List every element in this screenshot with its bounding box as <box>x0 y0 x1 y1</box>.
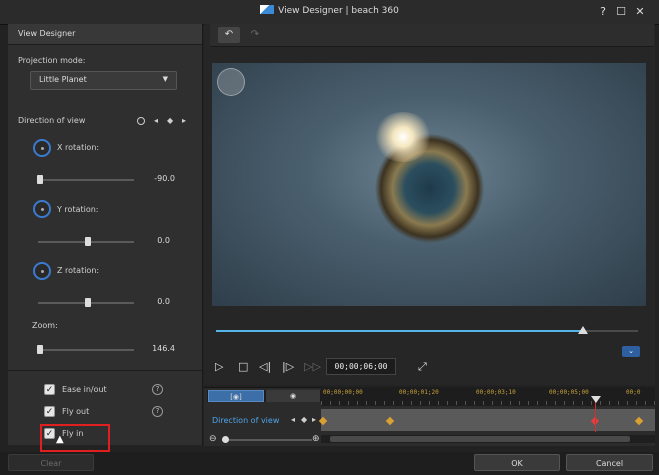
ok-button[interactable]: OK <box>474 454 560 471</box>
tab-keyframe[interactable]: [◉] <box>208 390 264 402</box>
next-keyframe-icon[interactable]: ▸ <box>182 116 186 125</box>
track-next-keyframe-icon[interactable]: ▸ <box>312 415 316 424</box>
divider <box>8 370 202 371</box>
ruler-tick-4: 00;0 <box>626 389 641 396</box>
z-rotation-value[interactable]: 0.0 <box>130 297 170 306</box>
clear-button[interactable]: Clear <box>8 454 94 471</box>
ruler-ticks <box>321 401 655 405</box>
y-rotation-icon[interactable] <box>33 200 51 218</box>
stop-icon[interactable]: □ <box>238 360 248 373</box>
fullscreen-icon[interactable]: ⤢ <box>418 360 427 374</box>
z-rotation-label: Z rotation: <box>57 266 100 275</box>
timeline-zoom-thumb[interactable] <box>222 436 229 443</box>
flyout-help-icon[interactable]: ? <box>152 406 163 417</box>
app-logo-icon <box>260 5 275 14</box>
flyout-checkbox[interactable]: ✓ <box>44 406 55 417</box>
projection-dropdown[interactable]: Little Planet ▼ <box>30 71 177 90</box>
y-rotation-value[interactable]: 0.0 <box>130 236 170 245</box>
panel-title: View Designer <box>18 29 76 38</box>
y-rotation-label: Y rotation: <box>57 205 99 214</box>
x-rotation-slider[interactable] <box>38 179 134 181</box>
chevron-down-icon: ▼ <box>162 75 168 83</box>
zoom-out-icon[interactable]: ⊖ <box>209 434 217 444</box>
direction-label: Direction of view <box>18 116 86 125</box>
x-rotation-value[interactable]: -90.0 <box>135 174 175 183</box>
track-label: Direction of view <box>212 416 280 425</box>
zoom-thumb[interactable] <box>37 345 43 354</box>
track-prev-keyframe-icon[interactable]: ◂ <box>291 415 295 424</box>
ruler-tick-1: 00;00;01;20 <box>399 389 439 396</box>
x-rotation-label: X rotation: <box>57 143 100 152</box>
play-icon[interactable]: ▷ <box>215 360 223 373</box>
x-rotation-icon[interactable] <box>33 139 51 157</box>
reset-keyframe-icon[interactable] <box>137 117 145 125</box>
projection-label: Projection mode: <box>18 56 86 65</box>
close-button[interactable]: ✕ <box>633 5 647 19</box>
add-keyframe-icon[interactable]: ◆ <box>167 116 173 125</box>
scrub-progress <box>216 330 584 332</box>
zoom-value[interactable]: 146.4 <box>135 344 175 353</box>
scrub-thumb[interactable] <box>578 326 589 334</box>
redo-icon[interactable]: ↷ <box>244 27 266 43</box>
cancel-button[interactable]: Cancel <box>566 454 653 471</box>
x-rotation-thumb[interactable] <box>37 175 43 184</box>
zoom-in-icon[interactable]: ⊕ <box>312 434 320 444</box>
zoom-label: Zoom: <box>32 321 58 330</box>
dialog-footer <box>0 452 659 475</box>
fast-forward-icon[interactable]: ▷▷ <box>304 360 321 373</box>
z-rotation-icon[interactable] <box>33 262 51 280</box>
window-title-text: View Designer | beach 360 <box>278 6 399 16</box>
playhead-handle[interactable] <box>591 396 601 403</box>
window-title: View Designer | beach 360 <box>0 5 659 16</box>
sun-glow <box>373 112 433 162</box>
keyframe-track[interactable] <box>321 409 655 431</box>
cursor-icon: ▲ <box>56 434 64 445</box>
y-rotation-thumb[interactable] <box>85 237 91 246</box>
track-add-keyframe-icon[interactable]: ◆ <box>301 415 307 424</box>
prev-keyframe-icon[interactable]: ◂ <box>154 116 158 125</box>
undo-icon[interactable]: ↶ <box>218 27 240 43</box>
ease-help-icon[interactable]: ? <box>152 384 163 395</box>
projection-value: Little Planet <box>39 75 87 84</box>
next-frame-icon[interactable]: |▷ <box>282 360 294 373</box>
timecode[interactable]: 00;00;06;00 <box>326 358 396 375</box>
z-rotation-thumb[interactable] <box>85 298 91 307</box>
help-button[interactable]: ? <box>596 5 610 19</box>
maximize-button[interactable]: ☐ <box>614 5 628 19</box>
ease-checkbox[interactable]: ✓ <box>44 384 55 395</box>
navigation-ball-icon[interactable] <box>217 68 245 96</box>
timeline-scroll-thumb[interactable] <box>330 436 630 442</box>
tab-clock[interactable]: ◉ <box>266 390 320 402</box>
toolbar <box>210 24 654 47</box>
timeline-zoom-slider[interactable] <box>222 439 312 441</box>
ruler-tick-3: 00;00;05;00 <box>549 389 589 396</box>
panel-header: View Designer <box>8 24 202 45</box>
ease-label: Ease in/out <box>62 385 107 394</box>
highlight-box <box>40 424 110 452</box>
flyout-label: Fly out <box>62 407 90 416</box>
prev-frame-icon[interactable]: ◁| <box>259 360 271 373</box>
ruler-tick-0: 00;00;00;00 <box>323 389 363 396</box>
zoom-slider[interactable] <box>38 349 134 351</box>
ruler-tick-2: 00;00;03;10 <box>476 389 516 396</box>
expand-icon[interactable]: ⌄ <box>622 346 640 357</box>
